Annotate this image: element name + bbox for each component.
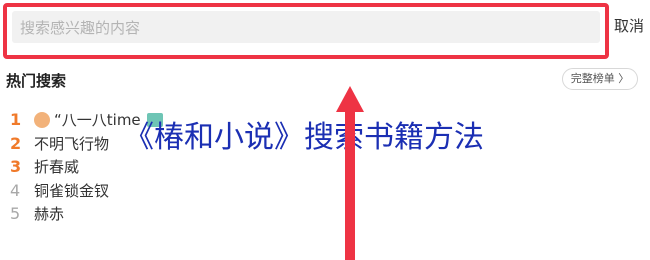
full-chart-button[interactable]: 完整榜单 〉 (562, 68, 638, 90)
rank-number: 2 (10, 133, 22, 153)
search-screen: 搜索感兴趣的内容 取消 热门搜索 完整榜单 〉 1 “八一八time 2 不明飞… (0, 0, 650, 260)
hot-item-title: 折春威 (34, 158, 80, 177)
cancel-button[interactable]: 取消 (614, 15, 644, 36)
arrow-up-icon (336, 86, 364, 112)
arrow-shaft (345, 110, 355, 260)
search-input[interactable]: 搜索感兴趣的内容 (12, 11, 600, 43)
rank-number: 4 (10, 180, 21, 200)
rank-number: 5 (10, 204, 21, 224)
hot-item-title: 不明飞行物 (34, 134, 110, 153)
list-item[interactable]: 5 赫赤 (10, 202, 330, 226)
rank-number: 3 (10, 157, 22, 177)
search-placeholder: 搜索感兴趣的内容 (20, 19, 141, 37)
rank-number: 1 (10, 110, 22, 130)
list-item[interactable]: 4 铜雀锁金钗 (10, 179, 330, 203)
hot-search-title: 热门搜索 (6, 72, 67, 90)
hot-item-title: 铜雀锁金钗 (34, 181, 110, 200)
tutorial-caption: 《椿和小说》搜索书籍方法 (124, 120, 484, 155)
hot-item-title: 赫赤 (34, 205, 65, 224)
book-thumbnail-icon (34, 111, 50, 128)
list-item[interactable]: 3 折春威 (10, 155, 330, 179)
